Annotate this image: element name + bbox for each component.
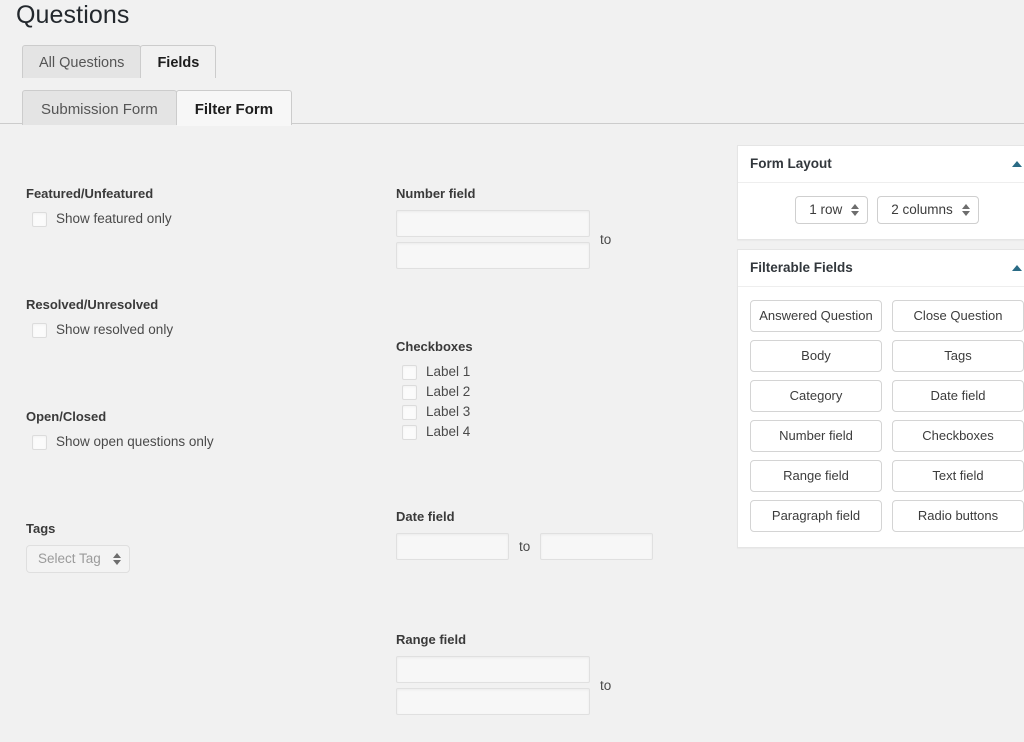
field-label-date: Date field: [396, 509, 455, 524]
filterable-field-category[interactable]: Category: [750, 380, 882, 412]
checkbox-row-label-4[interactable]: Label 4: [402, 423, 473, 441]
field-label-tags: Tags: [26, 521, 56, 536]
field-checkboxes: Checkboxes Label 1 Label 2 Label 3 Label…: [396, 339, 473, 441]
filterable-field-radio-buttons[interactable]: Radio buttons: [892, 500, 1024, 532]
stepper-arrows-icon: [113, 553, 121, 565]
checkbox-row-show-resolved[interactable]: Show resolved only: [32, 321, 173, 339]
number-from-input[interactable]: [396, 210, 590, 237]
checkbox-label-2-text: Label 2: [426, 384, 471, 399]
field-label-checkboxes: Checkboxes: [396, 339, 473, 354]
tag-select[interactable]: Select Tag: [26, 545, 130, 573]
filterable-fields-grid: Answered Question Close Question Body Ta…: [750, 300, 1024, 532]
field-label-range: Range field: [396, 632, 467, 647]
checkbox-row-label-2[interactable]: Label 2: [402, 383, 473, 401]
tab-submission-form[interactable]: Submission Form: [22, 90, 177, 125]
form-layout-panel-title: Form Layout: [750, 156, 832, 171]
number-range-separator: to: [600, 232, 612, 247]
filterable-fields-panel-header[interactable]: Filterable Fields: [738, 250, 1024, 287]
checkbox-label-3-text: Label 3: [426, 404, 471, 419]
filterable-field-text-field[interactable]: Text field: [892, 460, 1024, 492]
checkbox-row-label-3[interactable]: Label 3: [402, 403, 473, 421]
page-title: Questions: [16, 1, 130, 29]
tag-select-value: Select Tag: [38, 551, 101, 566]
filterable-fields-panel-body: Answered Question Close Question Body Ta…: [738, 287, 1024, 547]
filterable-field-paragraph-field[interactable]: Paragraph field: [750, 500, 882, 532]
field-tags: Tags Select Tag: [26, 521, 130, 573]
field-label-number: Number field: [396, 186, 476, 201]
show-featured-only-checkbox[interactable]: [32, 211, 47, 227]
filterable-field-checkboxes[interactable]: Checkboxes: [892, 420, 1024, 452]
filterable-field-answered-question[interactable]: Answered Question: [750, 300, 882, 332]
show-resolved-only-label: Show resolved only: [56, 322, 174, 337]
filterable-field-date-field[interactable]: Date field: [892, 380, 1024, 412]
checkbox-label-2[interactable]: [402, 384, 417, 400]
show-featured-only-label: Show featured only: [56, 211, 172, 226]
range-to-input[interactable]: [396, 688, 590, 715]
form-layout-panel-header[interactable]: Form Layout: [738, 146, 1024, 183]
filterable-field-range-field[interactable]: Range field: [750, 460, 882, 492]
field-label-open-closed: Open/Closed: [26, 409, 107, 424]
field-label-featured: Featured/Unfeatured: [26, 186, 154, 201]
filterable-field-number-field[interactable]: Number field: [750, 420, 882, 452]
checkbox-row-show-open-questions[interactable]: Show open questions only: [32, 433, 214, 451]
field-featured-unfeatured: Featured/Unfeatured Show featured only: [26, 186, 172, 228]
show-open-questions-only-label: Show open questions only: [56, 434, 214, 449]
show-open-questions-only-checkbox[interactable]: [32, 434, 47, 450]
stepper-arrows-icon: [851, 204, 860, 216]
field-resolved-unresolved: Resolved/Unresolved Show resolved only: [26, 297, 173, 339]
columns-select-value: 2 columns: [891, 202, 953, 217]
tab-fields[interactable]: Fields: [140, 45, 217, 79]
checkbox-label-1[interactable]: [402, 364, 417, 380]
range-row: to: [396, 656, 621, 715]
field-date: Date field to: [396, 509, 654, 560]
stepper-arrows-icon: [961, 204, 970, 216]
number-range-row: to: [396, 210, 621, 269]
rows-select-value: 1 row: [809, 202, 843, 217]
filterable-field-close-question[interactable]: Close Question: [892, 300, 1024, 332]
range-separator: to: [600, 678, 612, 693]
filterable-fields-panel: Filterable Fields Answered Question Clos…: [737, 249, 1024, 548]
field-range: Range field to: [396, 632, 621, 715]
date-range-separator: to: [519, 539, 531, 554]
checkbox-label-1-text: Label 1: [426, 364, 471, 379]
number-range-inputs: [396, 210, 590, 269]
rows-select[interactable]: 1 row: [795, 196, 869, 224]
secondary-tab-bar: Submission Form Filter Form: [22, 89, 293, 126]
show-resolved-only-checkbox[interactable]: [32, 322, 47, 338]
date-from-input[interactable]: [396, 533, 509, 560]
tab-all-questions[interactable]: All Questions: [22, 45, 142, 78]
layout-select-group: 1 row 2 columns: [750, 196, 1024, 224]
columns-select[interactable]: 2 columns: [877, 196, 979, 224]
chevron-up-icon[interactable]: [1012, 264, 1022, 271]
date-range-row: to: [396, 533, 654, 560]
checkbox-row-label-1[interactable]: Label 1: [402, 363, 473, 381]
date-to-input[interactable]: [540, 533, 654, 560]
field-number: Number field to: [396, 186, 621, 269]
range-inputs: [396, 656, 590, 715]
primary-tab-bar: All Questions Fields: [22, 44, 217, 79]
filterable-field-tags[interactable]: Tags: [892, 340, 1024, 372]
tab-filter-form[interactable]: Filter Form: [175, 90, 293, 126]
filter-form-canvas: Featured/Unfeatured Show featured only R…: [0, 124, 1024, 742]
checkbox-label-4-text: Label 4: [426, 424, 471, 439]
field-label-resolved: Resolved/Unresolved: [26, 297, 159, 312]
filterable-field-body[interactable]: Body: [750, 340, 882, 372]
form-layout-panel-body: 1 row 2 columns: [738, 183, 1024, 239]
checkbox-label-3[interactable]: [402, 404, 417, 420]
range-from-input[interactable]: [396, 656, 590, 683]
checkbox-label-4[interactable]: [402, 424, 417, 440]
field-open-closed: Open/Closed Show open questions only: [26, 409, 214, 451]
chevron-up-icon[interactable]: [1012, 160, 1022, 167]
number-to-input[interactable]: [396, 242, 590, 269]
checkbox-row-show-featured[interactable]: Show featured only: [32, 210, 172, 228]
form-layout-panel: Form Layout 1 row 2 columns: [737, 145, 1024, 240]
filterable-fields-panel-title: Filterable Fields: [750, 260, 853, 275]
